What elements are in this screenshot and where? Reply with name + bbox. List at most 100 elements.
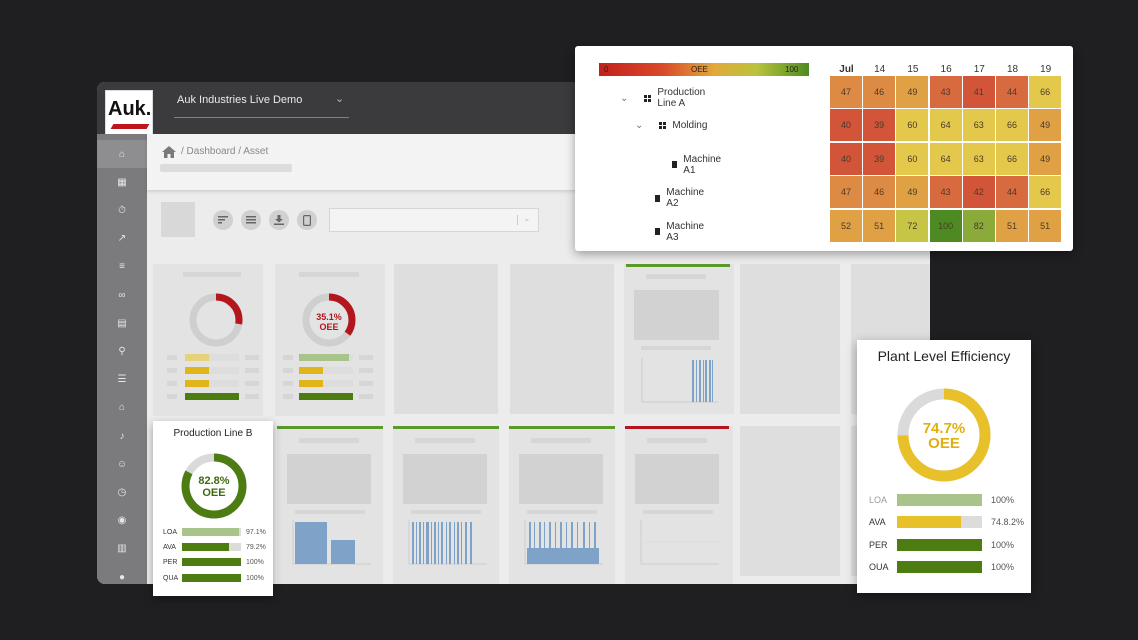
asset-tile[interactable]: [393, 426, 499, 584]
asset-tile[interactable]: [509, 426, 615, 584]
users-icon[interactable]: ☺: [97, 450, 147, 478]
home-icon[interactable]: ⌂: [97, 140, 147, 168]
heatmap-cell[interactable]: 100: [929, 209, 962, 242]
heatmap-cell[interactable]: 66: [996, 109, 1028, 142]
table-icon[interactable]: ▥: [97, 535, 147, 563]
metric-row: OUA 100%: [857, 560, 1031, 574]
chevron-down-icon[interactable]: ⌄: [620, 93, 628, 104]
asset-tile[interactable]: 35.1% OEE: [275, 264, 385, 416]
heatmap-cell[interactable]: 39: [863, 142, 896, 175]
chevron-down-icon[interactable]: ⌄: [335, 92, 344, 105]
broadcast-icon[interactable]: ◉: [97, 507, 147, 535]
tree-item[interactable]: Machine A2: [655, 187, 706, 209]
heatmap-cell[interactable]: 66: [1029, 176, 1062, 209]
sort-icon[interactable]: ≡: [97, 253, 147, 281]
heatmap-cell[interactable]: 60: [896, 109, 929, 142]
auk-logo[interactable]: Auk.: [105, 90, 153, 138]
heatmap-cell[interactable]: 64: [929, 109, 962, 142]
workspace-selector-label[interactable]: Auk Industries Live Demo: [177, 94, 302, 106]
tile-subtitle-placeholder: [643, 510, 713, 514]
heatmap-cell[interactable]: 43: [929, 176, 962, 209]
heatmap-cell[interactable]: 51: [1029, 209, 1062, 242]
breadcrumb-path[interactable]: / Dashboard / Asset: [181, 146, 268, 157]
filter-select[interactable]: ⌄: [329, 208, 539, 232]
heatmap-cell[interactable]: 49: [1029, 109, 1062, 142]
heatmap-cell[interactable]: 42: [962, 176, 995, 209]
production-line-b-card[interactable]: Production Line B 82.8% OEE LOA 97.1% AVA 7…: [153, 421, 273, 596]
plant-efficiency-card[interactable]: Plant Level Efficiency 74.7% OEE LOA 100%…: [857, 340, 1031, 593]
download-icon[interactable]: [269, 210, 289, 230]
heatmap-cell[interactable]: 46: [863, 76, 896, 108]
heatmap-cell[interactable]: 39: [863, 109, 896, 142]
clock-icon[interactable]: ◷: [97, 478, 147, 506]
heatmap-cell[interactable]: 72: [896, 209, 929, 242]
asset-tile-loading[interactable]: [394, 264, 498, 414]
heatmap-cell[interactable]: 60: [896, 142, 929, 175]
asset-thumbnail: [161, 202, 195, 237]
asset-tile[interactable]: [624, 264, 734, 414]
metric-bar-fill: [897, 516, 961, 529]
oee-label: OEE: [319, 322, 339, 332]
tree-item-label: Machine A2: [666, 187, 705, 210]
metric-bar-track: [185, 380, 239, 387]
heatmap-cell[interactable]: 40: [830, 109, 862, 142]
asset-tile[interactable]: [625, 426, 733, 584]
tree-item[interactable]: Machine A1: [672, 154, 723, 176]
heatmap-cell[interactable]: 49: [896, 176, 929, 209]
heatmap-cell[interactable]: 49: [896, 76, 929, 108]
factory-icon[interactable]: ⌂: [97, 394, 147, 422]
heatmap-cell[interactable]: 46: [863, 176, 896, 209]
heatmap-cell[interactable]: 66: [1029, 76, 1062, 108]
tree-item[interactable]: Machine A3: [655, 221, 706, 243]
sidebar: ⌂ ▦ ⏱ ↗ ≡ ∞ ▤ ⚲ ☰ ⌂ ♪ ☺ ◷ ◉ ▥ ●: [97, 134, 147, 584]
tree-item[interactable]: ⌄ Production Line A: [620, 87, 705, 109]
heatmap-cell[interactable]: 41: [962, 76, 995, 108]
tree-item-label: Machine A1: [683, 153, 722, 176]
metric-label: PER: [163, 559, 178, 567]
tablet-icon[interactable]: [297, 210, 317, 230]
heatmap-cell[interactable]: 52: [830, 209, 862, 242]
heatmap-cell[interactable]: 47: [830, 76, 862, 108]
chevron-down-icon[interactable]: ⌄: [523, 213, 531, 224]
metric-value-placeholder: [245, 368, 259, 373]
chart-icon[interactable]: ↗: [97, 225, 147, 253]
metric-value-placeholder: [359, 381, 373, 386]
heatmap-cell[interactable]: 44: [996, 76, 1028, 108]
heatmap-cell[interactable]: 47: [830, 176, 862, 209]
heatmap-cell[interactable]: 43: [929, 76, 962, 108]
timeline-chart: [408, 520, 487, 565]
heatmap-cell[interactable]: 51: [996, 209, 1028, 242]
asset-tile-loading[interactable]: [510, 264, 614, 414]
heatmap-cell[interactable]: 64: [929, 142, 962, 175]
chevron-down-icon[interactable]: ⌄: [635, 120, 643, 131]
apps-icon[interactable]: ▦: [97, 168, 147, 196]
heatmap-cell[interactable]: 49: [1029, 142, 1062, 175]
tile-status-stripe: [625, 426, 729, 429]
home-icon[interactable]: [162, 146, 176, 158]
timer-icon[interactable]: ⏱: [97, 196, 147, 224]
asset-tile-loading[interactable]: [740, 264, 840, 414]
metric-value-placeholder: [359, 368, 373, 373]
globe-icon[interactable]: ●: [97, 563, 147, 584]
asset-tile-loading[interactable]: [740, 426, 840, 576]
heatmap-cell[interactable]: 40: [830, 142, 862, 175]
search-icon[interactable]: ⚲: [97, 337, 147, 365]
heatmap-cell[interactable]: 63: [962, 142, 995, 175]
asset-tile[interactable]: [277, 426, 383, 584]
sort-icon[interactable]: [213, 210, 233, 230]
heatmap-cell[interactable]: 63: [962, 109, 995, 142]
oee-label: OEE: [928, 435, 960, 452]
heatmap-cell[interactable]: 66: [996, 142, 1028, 175]
link-icon[interactable]: ∞: [97, 281, 147, 309]
asset-tile[interactable]: [153, 264, 263, 416]
list-icon[interactable]: [241, 210, 261, 230]
tree-item[interactable]: ⌄ Molding: [635, 120, 707, 131]
document-icon[interactable]: ▤: [97, 309, 147, 337]
heatmap-cell[interactable]: 82: [962, 209, 995, 242]
metric-label: PER: [869, 539, 888, 550]
heatmap-cell[interactable]: 51: [863, 209, 896, 242]
list-icon[interactable]: ☰: [97, 366, 147, 394]
bell-icon[interactable]: ♪: [97, 422, 147, 450]
heatmap-cell[interactable]: 44: [996, 176, 1028, 209]
metric-row: AVA 74.8.2%: [857, 515, 1031, 529]
